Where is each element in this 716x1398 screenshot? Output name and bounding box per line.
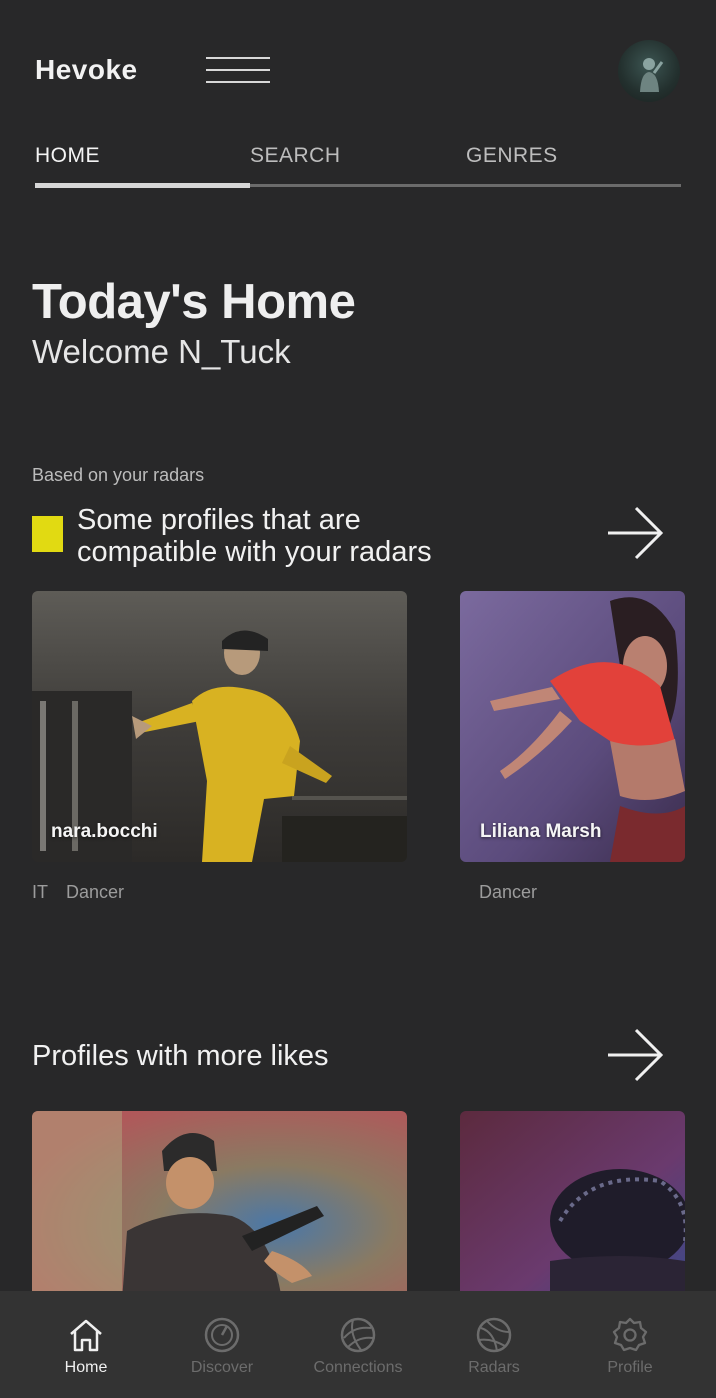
- avatar-person-icon: [640, 58, 664, 92]
- profile-name: nara.bocchi: [51, 821, 158, 842]
- connections-icon: [340, 1317, 376, 1353]
- section-kicker: Based on your radars: [32, 465, 205, 485]
- profile-card-4[interactable]: [460, 1111, 685, 1301]
- section-title-line2: compatible with your radars: [77, 536, 432, 568]
- nav-home-label: Home: [64, 1359, 108, 1376]
- nav-home[interactable]: Home: [18, 1291, 154, 1398]
- discover-icon: [204, 1317, 240, 1353]
- radar-icon: [476, 1317, 512, 1353]
- arrow-right-icon[interactable]: [604, 503, 664, 563]
- tab-active-indicator: [35, 183, 250, 188]
- bottom-navigation: Home Discover Connections Radars Profile: [0, 1291, 716, 1398]
- hamburger-icon[interactable]: [206, 57, 270, 83]
- tab-genres[interactable]: GENRES: [466, 144, 558, 168]
- profile-card-3[interactable]: [32, 1111, 407, 1301]
- nav-profile[interactable]: Profile: [562, 1291, 698, 1398]
- profile-tag-role: Dancer: [66, 882, 125, 902]
- gear-icon: [612, 1317, 648, 1352]
- tab-search[interactable]: SEARCH: [250, 144, 341, 168]
- home-icon: [70, 1319, 102, 1352]
- nav-connections[interactable]: Connections: [290, 1291, 426, 1398]
- profile-card-2[interactable]: Liliana Marsh: [460, 591, 685, 862]
- nav-discover[interactable]: Discover: [154, 1291, 290, 1398]
- profile-tag-country: IT: [32, 882, 48, 902]
- tab-bar: HOME SEARCH GENRES: [35, 140, 681, 190]
- profile-photo: [32, 1111, 407, 1301]
- page-title: Today's Home: [32, 275, 356, 329]
- app-header: Hevoke: [0, 0, 716, 130]
- welcome-text: Welcome N_Tuck: [32, 333, 291, 370]
- accent-square: [32, 516, 63, 552]
- nav-profile-label: Profile: [607, 1359, 653, 1376]
- nav-discover-label: Discover: [190, 1359, 254, 1376]
- tab-home[interactable]: HOME: [35, 144, 100, 168]
- nav-radars[interactable]: Radars: [426, 1291, 562, 1398]
- nav-radars-label: Radars: [468, 1359, 520, 1376]
- avatar[interactable]: [618, 40, 680, 102]
- profile-tag-role: Dancer: [479, 882, 538, 902]
- profile-card-1[interactable]: nara.bocchi: [32, 591, 407, 862]
- app-logo[interactable]: Hevoke: [35, 54, 138, 86]
- section-title-radars: Some profiles that are compatible with y…: [77, 504, 432, 568]
- profile-name: Liliana Marsh: [480, 821, 602, 842]
- section-title-line1: Some profiles that are: [77, 504, 361, 536]
- arrow-right-icon[interactable]: [604, 1025, 664, 1085]
- nav-connections-label: Connections: [313, 1359, 403, 1376]
- profile-photo: [460, 1111, 685, 1301]
- section-title-likes: Profiles with more likes: [32, 1040, 329, 1072]
